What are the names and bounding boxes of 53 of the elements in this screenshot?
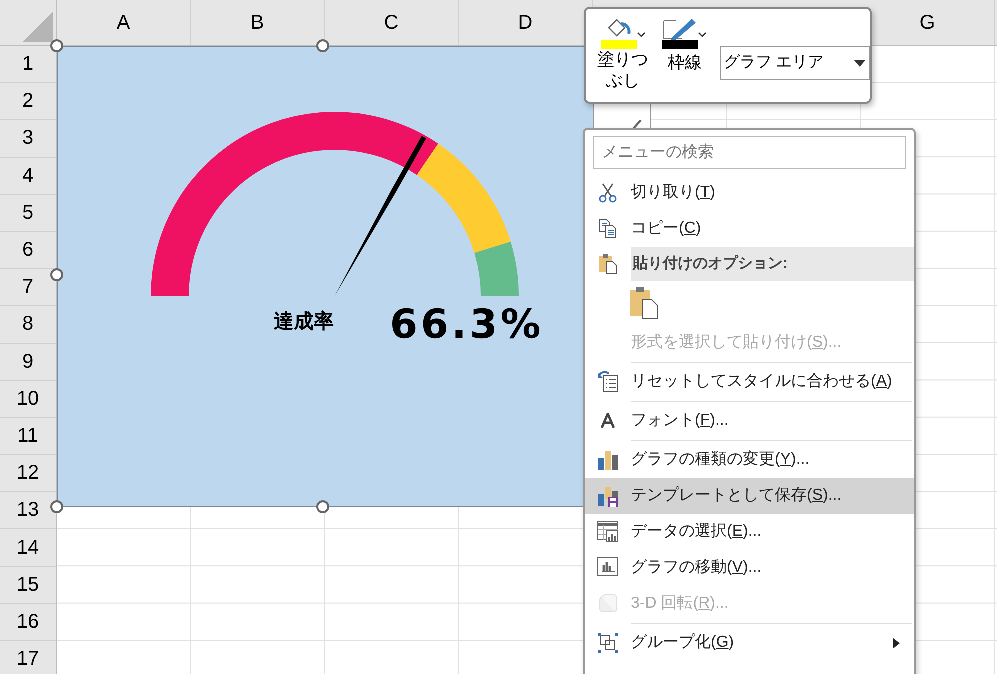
button-label: 枠線 bbox=[668, 52, 702, 73]
chart-frame-icon bbox=[597, 557, 619, 579]
row-header[interactable]: 16 bbox=[16, 606, 40, 637]
copy-icon bbox=[599, 219, 617, 239]
bar-chart-icon bbox=[597, 449, 619, 471]
reset-list-icon bbox=[597, 371, 619, 393]
chart-save-icon bbox=[597, 485, 619, 507]
submenu-arrow-icon bbox=[893, 638, 900, 648]
row-header[interactable]: 13 bbox=[16, 495, 40, 526]
menu-item[interactable]: データの選択(E)... bbox=[585, 514, 914, 550]
row-header[interactable]: 3 bbox=[22, 123, 34, 154]
outline-button[interactable]: 枠線 bbox=[658, 18, 712, 73]
row-header[interactable]: 12 bbox=[16, 458, 40, 488]
menu-item[interactable]: グループ化(G) bbox=[585, 625, 914, 661]
column-header[interactable]: A bbox=[116, 8, 130, 38]
row-header[interactable]: 15 bbox=[16, 570, 40, 600]
column-header[interactable]: B bbox=[250, 8, 264, 38]
row-header[interactable]: 11 bbox=[18, 420, 38, 451]
row-header[interactable]: 1 bbox=[22, 49, 34, 80]
column-header[interactable]: D bbox=[518, 8, 533, 38]
chart-label: 達成率 bbox=[274, 310, 334, 335]
scissors-icon bbox=[599, 183, 617, 203]
row-header[interactable]: 8 bbox=[22, 309, 34, 340]
pencil-icon bbox=[662, 18, 698, 40]
paste-option-icon[interactable] bbox=[629, 286, 661, 320]
row-header[interactable]: 17 bbox=[16, 644, 40, 674]
chart-value: 66.3% bbox=[390, 301, 544, 350]
column-header[interactable]: G bbox=[920, 8, 936, 38]
table-chart-icon bbox=[597, 521, 619, 543]
row-header[interactable]: 5 bbox=[22, 198, 34, 228]
row-header[interactable]: 2 bbox=[22, 86, 34, 116]
menu-section-header: 貼り付けのオプション: bbox=[633, 254, 788, 274]
row-header[interactable]: 6 bbox=[22, 235, 34, 266]
row-header[interactable]: 14 bbox=[16, 532, 40, 563]
clipboard-icon bbox=[598, 253, 618, 275]
menu-item[interactable]: グラフの移動(V)... bbox=[585, 550, 914, 586]
menu-item[interactable]: テンプレートとして保存(S)... bbox=[585, 478, 914, 514]
row-header[interactable]: 7 bbox=[22, 272, 34, 302]
resize-handle[interactable] bbox=[316, 500, 330, 514]
column-header[interactable]: C bbox=[384, 8, 399, 38]
fill-button[interactable]: 塗りつぶし bbox=[596, 18, 650, 91]
row-header[interactable]: 4 bbox=[22, 160, 34, 191]
letter-a-icon bbox=[600, 413, 616, 429]
row-header[interactable]: 9 bbox=[22, 346, 34, 377]
caret-icon bbox=[636, 32, 646, 38]
button-label: 塗りつぶし bbox=[596, 49, 650, 91]
row-header[interactable]: 10 bbox=[16, 384, 40, 414]
element-dropdown[interactable]: グラフ エリア bbox=[720, 46, 870, 80]
menu-search-field[interactable]: メニューの検索 bbox=[593, 136, 906, 169]
caret-icon bbox=[698, 32, 708, 38]
dropdown-arrow-icon bbox=[854, 60, 866, 66]
cube-icon bbox=[598, 594, 618, 614]
group-icon bbox=[597, 632, 619, 654]
